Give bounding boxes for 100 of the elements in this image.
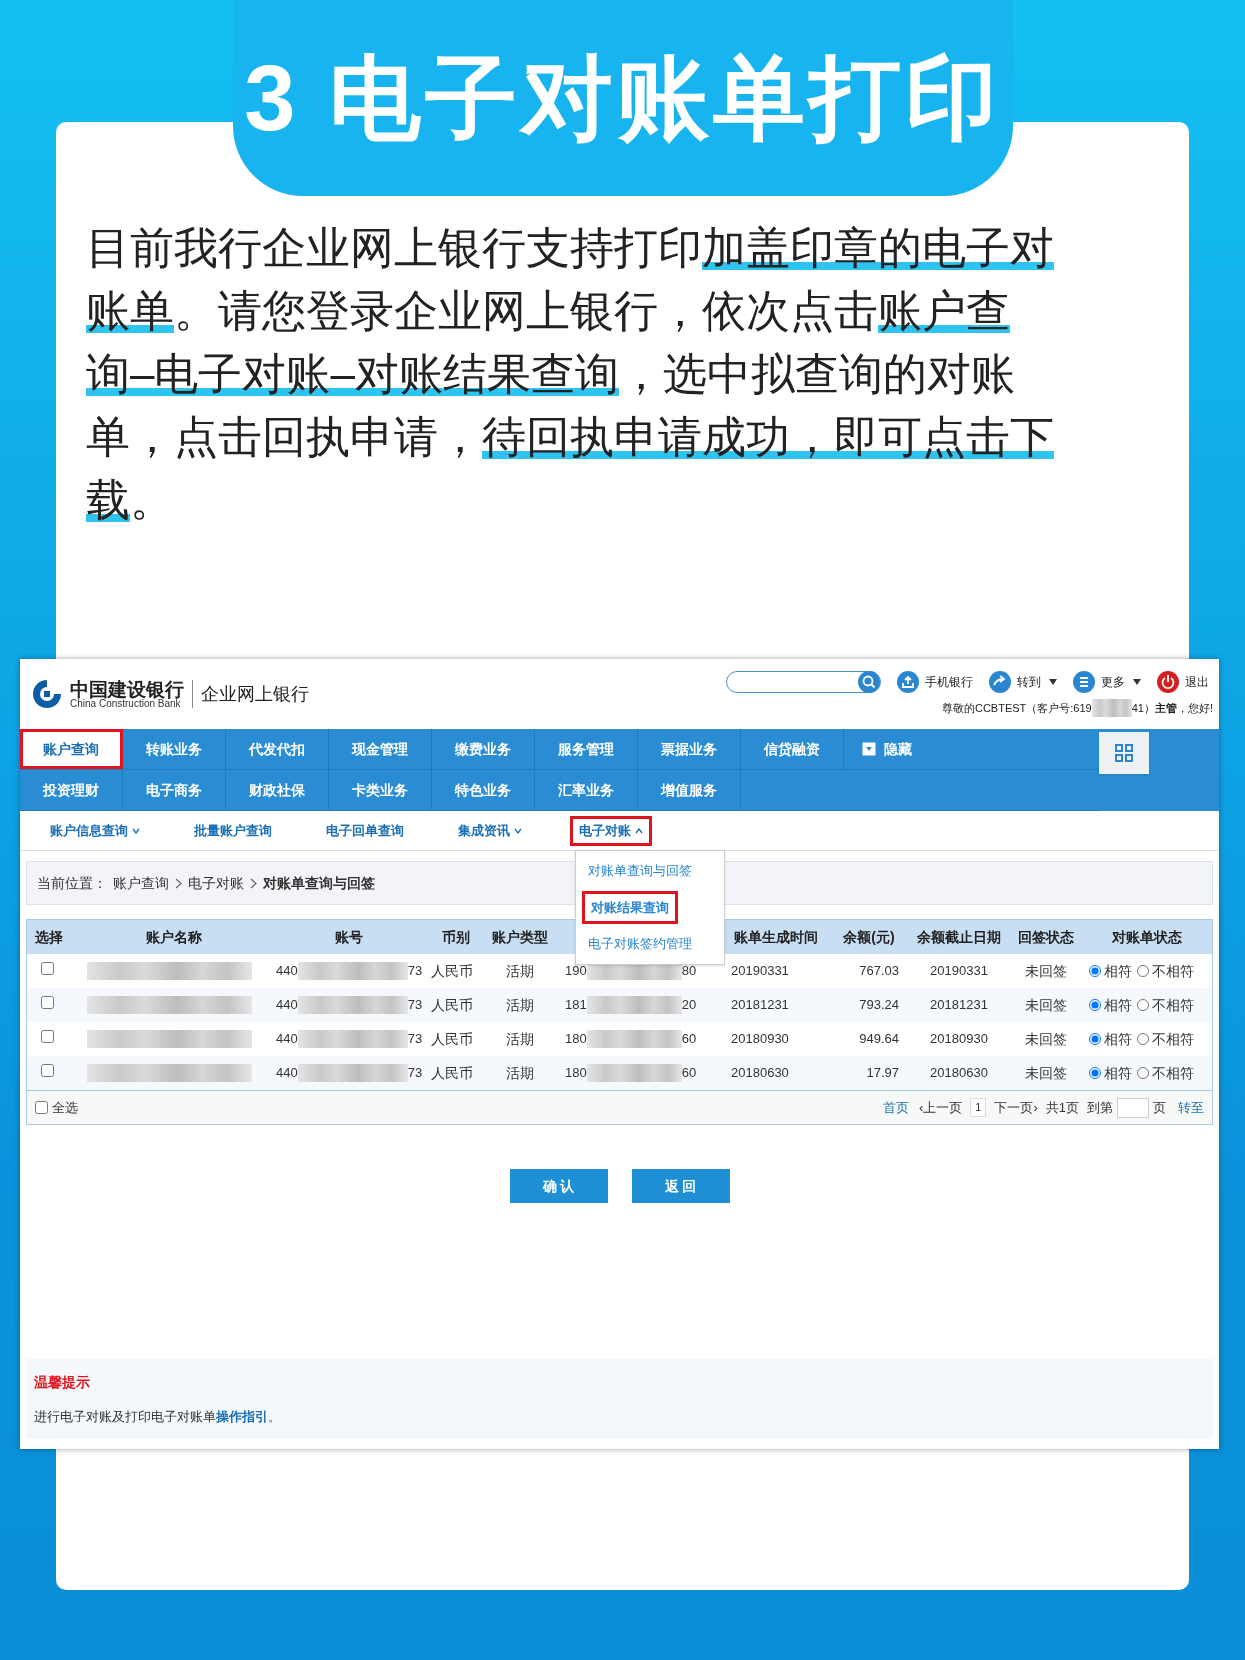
toolbar-button[interactable]: 更多 <box>1073 671 1141 693</box>
column-header: 余额(元) <box>842 927 896 947</box>
nav-tab[interactable]: 缴费业务 <box>432 729 535 769</box>
select-all-checkbox[interactable] <box>35 1101 48 1114</box>
account-number-fragment: 73 <box>407 1030 423 1049</box>
table-cell-text: 人民币 <box>431 995 474 1015</box>
nav-tab[interactable]: 投资理财 <box>20 770 123 810</box>
action-button[interactable]: 确 认 <box>509 1169 608 1203</box>
toolbar-button[interactable]: 手机银行 <box>897 671 973 693</box>
submenu-item[interactable]: 电子回单查询 <box>320 815 410 846</box>
current-page: 1 <box>970 1098 987 1117</box>
page-total: 共1页 <box>1045 1098 1079 1117</box>
nav-tab[interactable]: 账户查询 <box>20 729 123 769</box>
logo-icon <box>30 679 64 709</box>
statement-number-fragment: 180 <box>565 1030 587 1049</box>
statement-number-fragment: 181 <box>565 996 587 1015</box>
search-icon <box>858 671 880 693</box>
guide-link[interactable]: 操作指引 <box>216 1408 268 1424</box>
submenu-item[interactable]: 电子对账 <box>570 815 652 846</box>
column-header: 币别 <box>441 927 471 947</box>
nav-tab[interactable]: 汇率业务 <box>535 770 638 810</box>
breadcrumb-item[interactable]: 电子对账 <box>188 872 244 894</box>
table-cell-text: 未回签 <box>1024 961 1068 981</box>
table-cell-text: 人民币 <box>431 1063 474 1083</box>
column-header: 账号 <box>333 927 364 947</box>
goto-label: 到第 <box>1087 1098 1113 1117</box>
table-cell-text: 活期 <box>505 1029 535 1049</box>
bank-english-name: China Construction Bank <box>70 698 181 709</box>
row-checkbox[interactable] <box>41 996 54 1010</box>
submenu-item[interactable]: 集成资讯 <box>452 815 528 846</box>
nav-tab[interactable]: 转账业务 <box>123 729 226 769</box>
row-checkbox[interactable] <box>41 1064 54 1078</box>
table-cell-text: 20180930 <box>730 1030 790 1049</box>
list-icon <box>1073 671 1095 693</box>
radio-button[interactable] <box>1089 1033 1101 1045</box>
table-cell-text: 活期 <box>505 995 535 1015</box>
prev-page-link[interactable]: ‹上一页 <box>918 1097 963 1118</box>
banner-title: 3 电子对账单打印 <box>244 52 1001 144</box>
table-cell-text: 20180930 <box>929 1030 989 1049</box>
account-number-fragment: 440 <box>276 1030 298 1049</box>
go-link[interactable]: 转至 <box>1178 1097 1204 1118</box>
bank-name: 中国建设银行 <box>70 679 184 699</box>
goto-label: 页 <box>1153 1098 1166 1117</box>
nav-tab[interactable]: 特色业务 <box>432 770 535 810</box>
table-cell-text: 未回签 <box>1024 1029 1068 1049</box>
action-button[interactable]: 返 回 <box>631 1169 730 1203</box>
nav-tab[interactable]: 电子商务 <box>123 770 226 810</box>
column-header: 账户名称 <box>144 927 203 947</box>
breadcrumb-label: 当前位置： <box>37 873 107 893</box>
radio-button[interactable] <box>1089 965 1101 977</box>
account-number-fragment: 73 <box>407 1064 423 1083</box>
next-page-link[interactable]: 下一页› <box>994 1097 1038 1118</box>
radio-button[interactable] <box>1089 1067 1101 1079</box>
page-input[interactable] <box>1117 1097 1149 1118</box>
radio-button[interactable] <box>1137 1033 1149 1045</box>
table-cell-text: 人民币 <box>431 1029 474 1049</box>
nav-tab[interactable]: 信贷融资 <box>741 729 844 769</box>
toolbar-button[interactable]: 转到 <box>989 671 1057 693</box>
radio-button[interactable] <box>1137 999 1149 1011</box>
table-cell-text: 活期 <box>505 961 535 981</box>
table-cell-text: 人民币 <box>431 961 474 981</box>
nav-tab[interactable]: 增值服务 <box>638 770 741 810</box>
account-number-fragment: 440 <box>276 996 298 1015</box>
select-all-label: 全选 <box>52 1098 78 1117</box>
radio-button[interactable] <box>1137 965 1149 977</box>
dropdown-item[interactable]: 电子对账签约管理 <box>582 930 698 958</box>
submenu-item[interactable]: 批量账户查询 <box>188 815 278 846</box>
radio-label: 不相符 <box>1152 961 1194 981</box>
greeting-text: 尊敬的CCBTEST（客户号:619 <box>941 700 1092 716</box>
greeting-text: 41）主管，您好! <box>1131 700 1213 716</box>
statement-number-fragment: 80 <box>681 962 697 981</box>
dropdown-item[interactable]: 对账单查询与回签 <box>582 857 698 885</box>
column-header: 账单生成时间 <box>733 927 819 947</box>
table-cell-text: 未回签 <box>1024 995 1068 1015</box>
table-cell-text: 20180630 <box>730 1064 790 1083</box>
radio-button[interactable] <box>1137 1067 1149 1079</box>
dropdown-item[interactable]: 对账结果查询 <box>582 890 678 924</box>
radio-label: 不相符 <box>1152 1063 1194 1083</box>
nav-tab[interactable]: 卡类业务 <box>329 770 432 810</box>
table-cell-text: 20181231 <box>730 996 790 1015</box>
submenu-item[interactable]: 账户信息查询 <box>44 815 146 846</box>
toolbar-button[interactable]: 退出 <box>1157 671 1209 693</box>
nav-tab[interactable]: 票据业务 <box>638 729 741 769</box>
row-checkbox[interactable] <box>41 1030 54 1044</box>
first-page-link[interactable]: 首页 <box>882 1097 909 1118</box>
grid-menu-button[interactable] <box>1099 732 1149 774</box>
nav-tab[interactable]: 代发代扣 <box>226 729 329 769</box>
nav-tab[interactable]: 服务管理 <box>535 729 638 769</box>
intro-paragraph: 目前我行企业网上银行支持打印加盖印章的电子对账单。请您登录企业网上银行，依次点击账户查询–电子对账–对账结果查询，选中拟查询的对账单，点击回执申请，待回执申请成功，即可点击下载。 <box>86 222 1055 526</box>
account-number-fragment: 440 <box>276 962 298 981</box>
hide-nav-button[interactable]: 隐藏 <box>844 729 912 769</box>
column-header: 选择 <box>34 927 64 947</box>
nav-tab[interactable]: 现金管理 <box>329 729 432 769</box>
breadcrumb-item[interactable]: 账户查询 <box>113 872 169 894</box>
power-icon <box>1157 671 1179 693</box>
product-name: 企业网上银行 <box>201 682 309 706</box>
account-number-fragment: 73 <box>407 962 423 981</box>
row-checkbox[interactable] <box>41 962 54 976</box>
radio-button[interactable] <box>1089 999 1101 1011</box>
nav-tab[interactable]: 财政社保 <box>226 770 329 810</box>
